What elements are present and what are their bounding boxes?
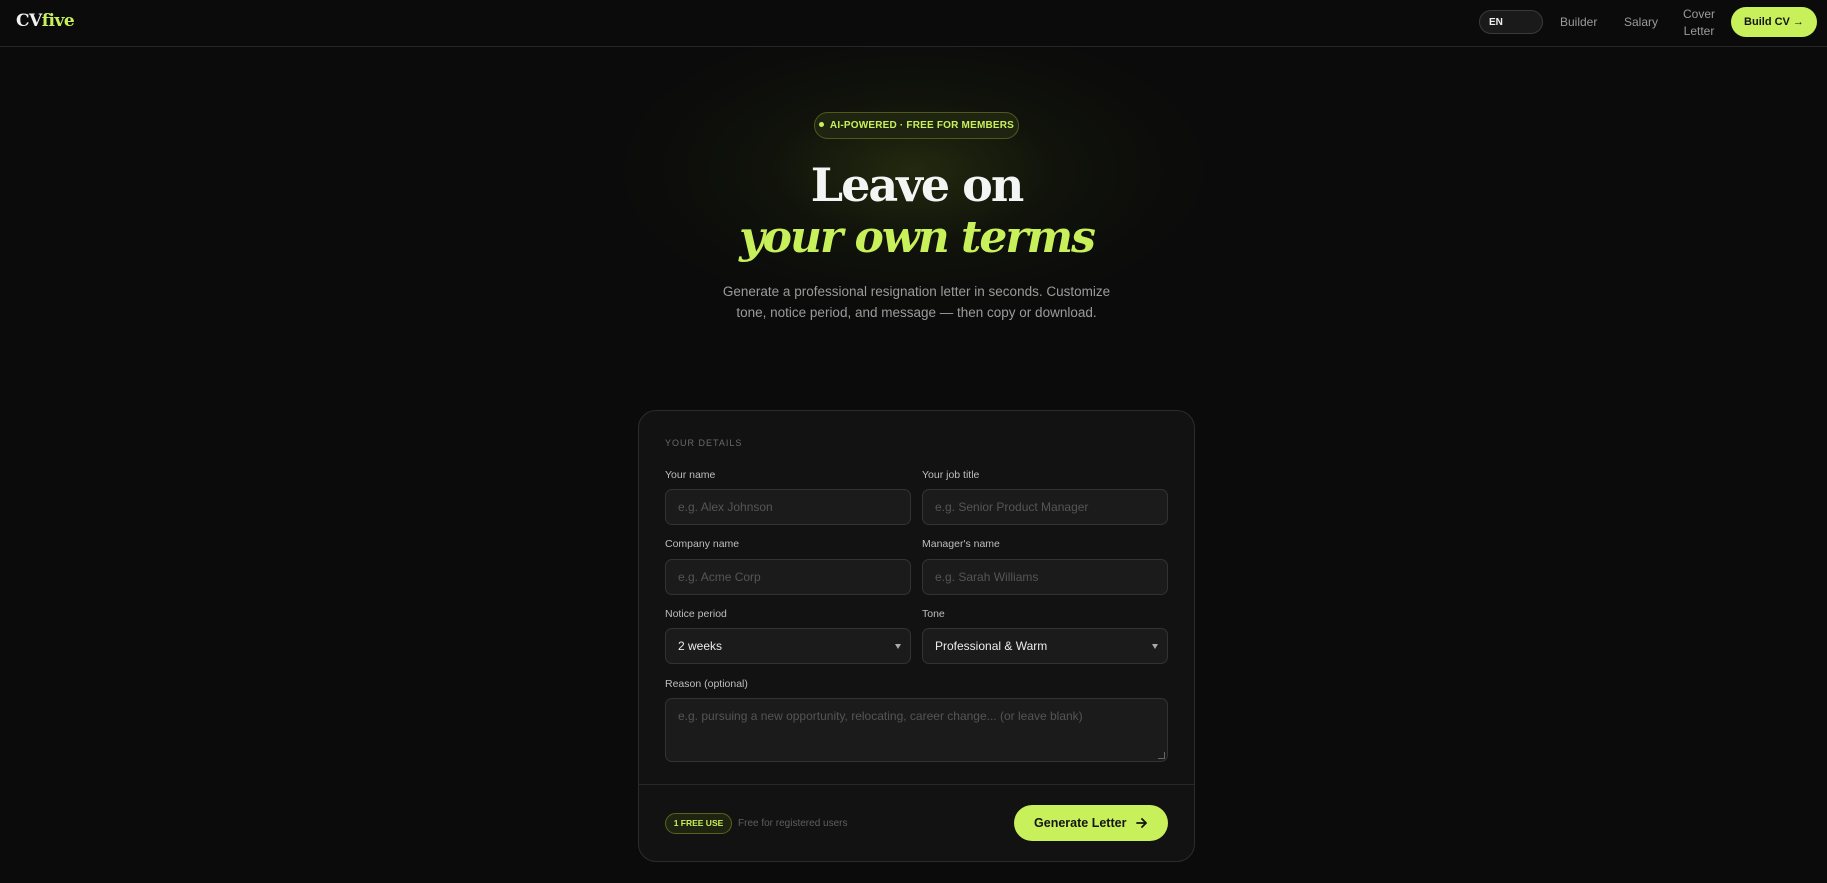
company-label: Company name [665, 538, 740, 550]
nav-link-builder[interactable]: Builder [1560, 15, 1597, 29]
page-title-accent: your own terms [739, 212, 1096, 263]
badge-text: AI-POWERED · FREE FOR MEMBERS [829, 120, 1015, 131]
tone-select[interactable]: Professional & Warm [922, 628, 1168, 664]
nav-link-cover-letter[interactable]: Cover Letter [1683, 6, 1715, 40]
top-navigation-bar: CVfive EN Builder Salary Cover Letter Bu… [0, 0, 1827, 47]
free-use-note: Free for registered users [738, 818, 848, 829]
name-input[interactable]: e.g. Alex Johnson [665, 489, 911, 525]
reason-label: Reason (optional) [665, 678, 748, 690]
notice-period-select[interactable]: 2 weeks [665, 628, 911, 664]
logo-main-text: CV [16, 11, 42, 31]
chevron-down-icon [1152, 644, 1158, 649]
badge-dot-icon [818, 121, 824, 127]
chevron-down-icon [895, 644, 901, 649]
generate-letter-label: Generate Letter [1034, 816, 1127, 830]
notice-period-value: 2 weeks [678, 639, 723, 653]
reason-placeholder: e.g. pursuing a new opportunity, relocat… [678, 709, 1083, 723]
name-label: Your name [665, 469, 716, 481]
manager-label: Manager's name [922, 538, 1000, 550]
free-use-badge: 1 FREE USE [665, 813, 732, 834]
job-title-input[interactable]: e.g. Senior Product Manager [922, 489, 1168, 525]
build-cv-button[interactable]: Build CV → [1731, 7, 1817, 37]
manager-input[interactable]: e.g. Sarah Williams [922, 559, 1168, 595]
reason-textarea[interactable]: e.g. pursuing a new opportunity, relocat… [665, 698, 1168, 762]
generate-letter-button[interactable]: Generate Letter [1014, 805, 1168, 841]
resignation-form-card: YOUR DETAILS Your name e.g. Alex Johnson… [638, 410, 1195, 862]
section-label: YOUR DETAILS [665, 438, 743, 448]
card-divider [639, 784, 1194, 785]
arrow-right-icon [1136, 817, 1147, 828]
cvfive-logo[interactable]: CVfive [16, 11, 75, 31]
ai-powered-badge: AI-POWERED · FREE FOR MEMBERS [814, 112, 1019, 139]
resize-handle-icon[interactable] [1158, 752, 1165, 759]
job-title-label: Your job title [922, 469, 980, 481]
page-subtitle: Generate a professional resignation lett… [722, 284, 1111, 320]
language-selector[interactable]: EN [1479, 10, 1543, 34]
tone-value: Professional & Warm [935, 639, 1048, 653]
page-title: Leave on [810, 158, 1025, 212]
logo-accent-text: five [41, 11, 75, 31]
tone-label: Tone [922, 608, 945, 620]
nav-link-salary[interactable]: Salary [1624, 15, 1658, 29]
company-input[interactable]: e.g. Acme Corp [665, 559, 911, 595]
notice-period-label: Notice period [665, 608, 727, 620]
